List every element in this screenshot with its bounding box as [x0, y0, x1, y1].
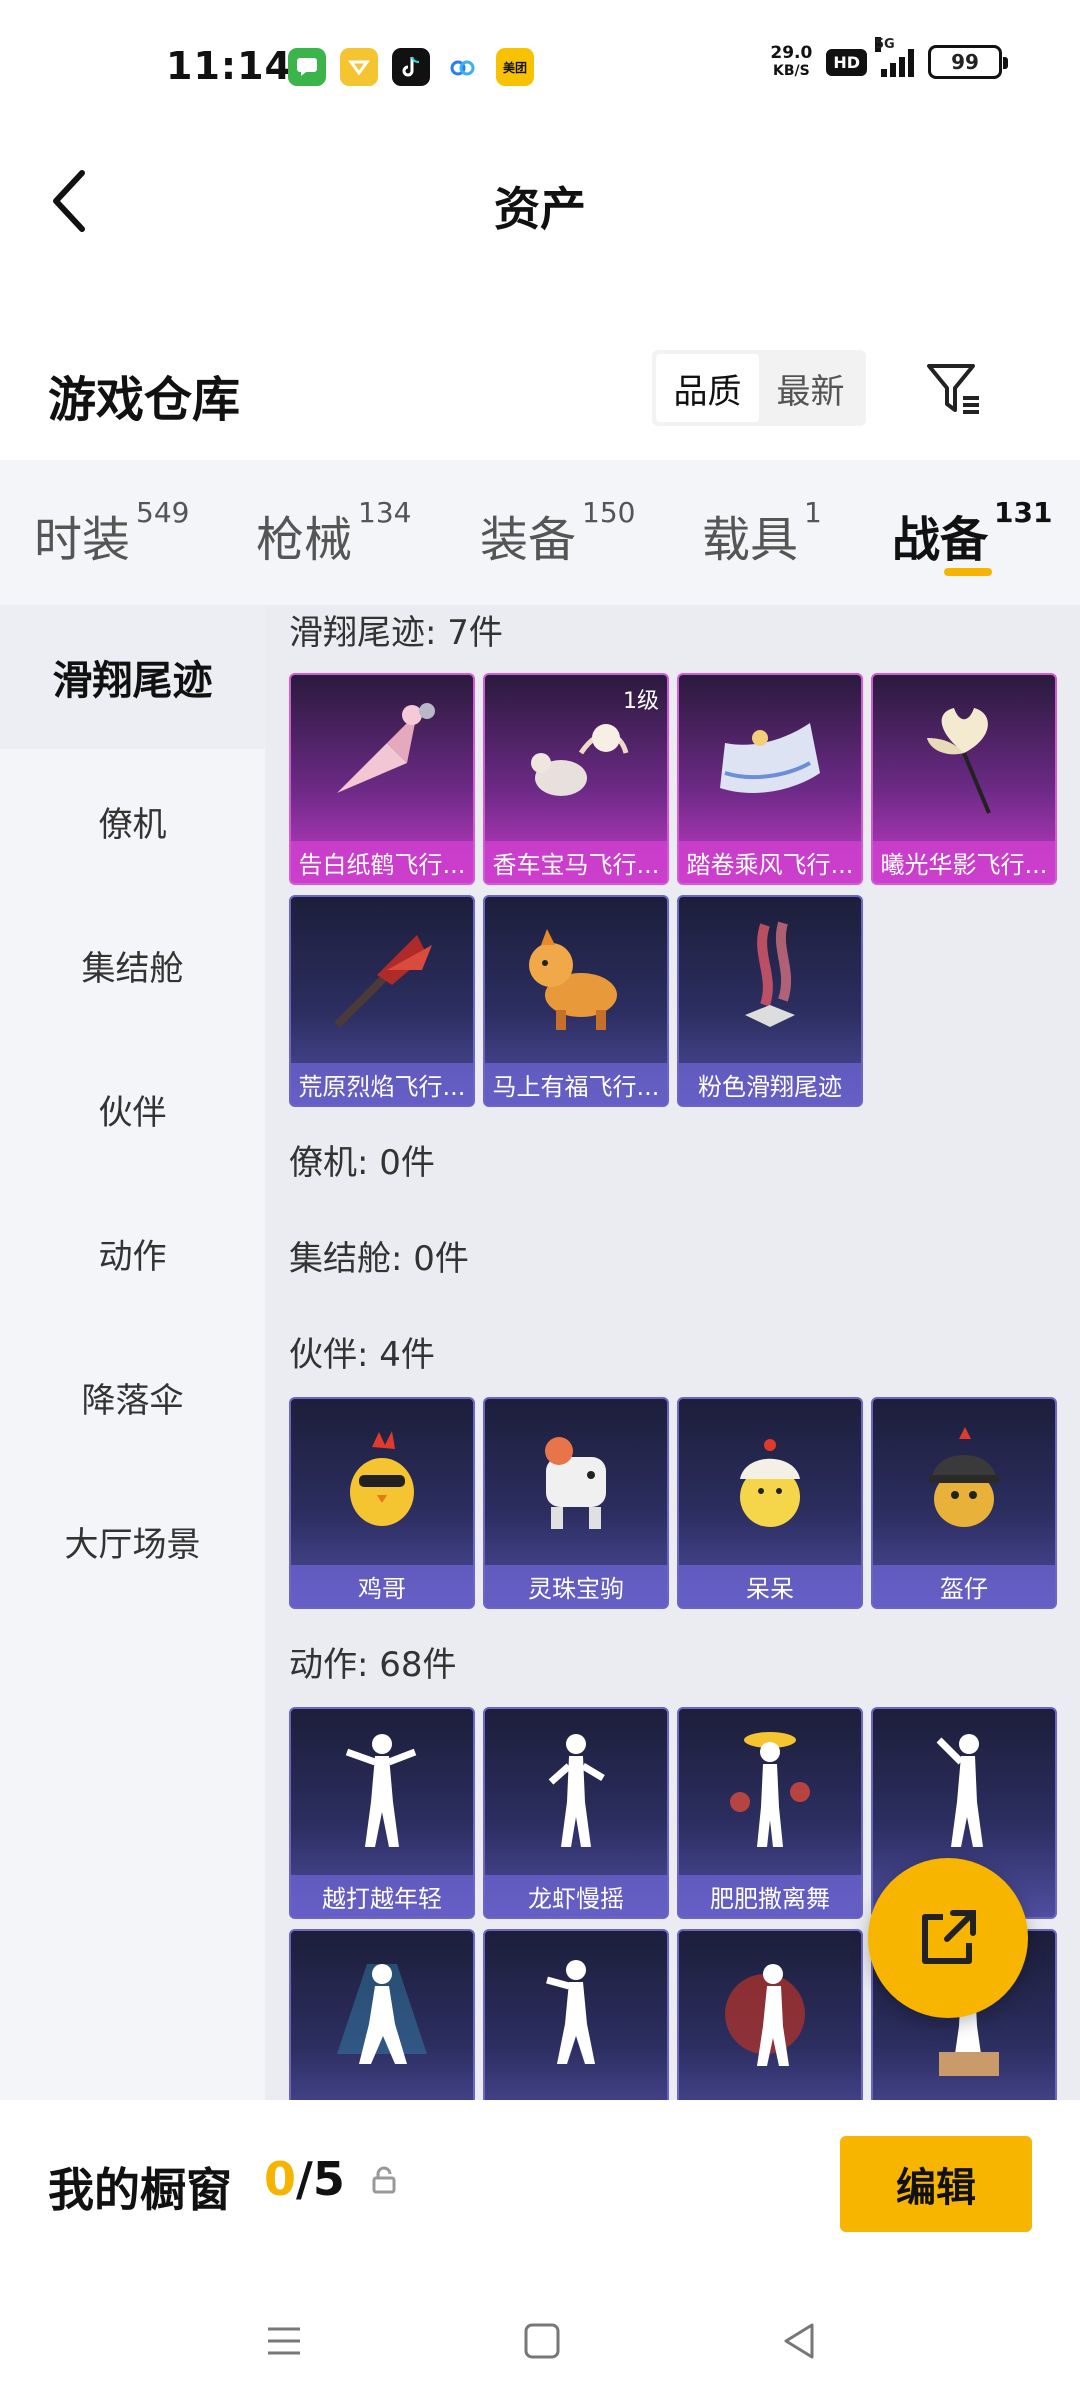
net-speed: 29.0 KB/S: [770, 43, 813, 79]
carriage-horse-icon: [485, 675, 667, 841]
tab-fashion[interactable]: 时装 549: [34, 496, 189, 570]
warehouse-header: 游戏仓库 品质 最新: [0, 330, 1080, 455]
back-triangle-icon: [784, 2323, 814, 2359]
pink-smoke-icon: [679, 897, 861, 1063]
toy-horse-icon: [485, 897, 667, 1063]
showcase-bar: 我的橱窗 0/5 编辑: [0, 2100, 1080, 2275]
item-card[interactable]: 粉色滑翔尾迹: [677, 895, 863, 1107]
glide-trail-section-title: 滑翔尾迹: 7件: [289, 613, 503, 653]
category-sidebar: 滑翔尾迹 僚机 集结舱 伙伴 动作 降落伞 大厅场景: [0, 605, 265, 2100]
item-card[interactable]: 龙虾慢摇: [483, 1707, 669, 1919]
page-title: 资产: [494, 182, 586, 236]
item-card[interactable]: 肥肥撒离舞: [677, 1707, 863, 1919]
cloud-icon: [444, 48, 482, 86]
active-tab-indicator: [944, 568, 992, 576]
menu-icon: [268, 2327, 300, 2355]
tab-equipment[interactable]: 装备 150: [480, 496, 635, 570]
item-card[interactable]: 告白纸鹤飞行...: [289, 673, 475, 885]
item-card[interactable]: [289, 1929, 475, 2100]
sidebar-item-glide-trail[interactable]: 滑翔尾迹: [0, 605, 265, 749]
home-nav-button[interactable]: [512, 2311, 572, 2371]
item-card[interactable]: 1级 香车宝马飞行...: [483, 673, 669, 885]
sort-newest-option[interactable]: 最新: [759, 354, 862, 422]
scroll-icon: [679, 675, 861, 841]
status-bar: 11:14 美团 29.0 KB/S HD 5G 99: [0, 0, 1080, 135]
item-card[interactable]: [677, 1929, 863, 2100]
item-card[interactable]: 荒原烈焰飞行...: [289, 895, 475, 1107]
sidebar-item-assembly-pod[interactable]: 集结舱: [0, 893, 265, 1037]
item-card[interactable]: 盔仔: [871, 1397, 1057, 1609]
dancer-icon: [291, 1931, 473, 2097]
helmet-chick-icon: [873, 1399, 1055, 1565]
sidebar-item-partner[interactable]: 伙伴: [0, 1037, 265, 1181]
dancer-icon: [485, 1931, 667, 2097]
tab-combat-gear[interactable]: 战备 131: [892, 496, 1052, 570]
filter-icon: [927, 364, 979, 414]
status-time: 11:14: [166, 44, 292, 88]
showcase-title: 我的橱窗: [48, 2163, 232, 2217]
assets-page: 11:14 美团 29.0 KB/S HD 5G 99 资产 游戏仓库 品质 最…: [0, 0, 1080, 2400]
sort-quality-option[interactable]: 品质: [656, 354, 759, 422]
emote-section-title: 动作: 68件: [289, 1645, 457, 1685]
hd-badge: HD: [826, 48, 867, 76]
status-indicators: 29.0 KB/S HD 5G 99: [770, 37, 1008, 80]
item-card[interactable]: 曦光华影飞行...: [871, 673, 1057, 885]
tab-vehicles[interactable]: 载具 1: [702, 496, 822, 570]
dancer-icon: [679, 1709, 861, 1875]
sidebar-item-parachute[interactable]: 降落伞: [0, 1325, 265, 1469]
signal-icon: 5G: [875, 37, 914, 77]
item-card[interactable]: 鸡哥: [289, 1397, 475, 1609]
assembly-section-title: 集结舱: 0件: [289, 1239, 469, 1279]
dancer-icon: [679, 1931, 861, 2097]
meituan-icon: 美团: [496, 48, 534, 86]
item-card[interactable]: 马上有福飞行...: [483, 895, 669, 1107]
item-card[interactable]: 越打越年轻: [289, 1707, 475, 1919]
battery-icon: 99: [928, 45, 1008, 79]
wingman-section-title: 僚机: 0件: [289, 1143, 435, 1183]
paper-crane-icon: [291, 675, 473, 841]
wallet-icon: [340, 48, 378, 86]
dancer-icon: [873, 1709, 1055, 1875]
white-pony-icon: [485, 1399, 667, 1565]
warehouse-title: 游戏仓库: [48, 372, 241, 428]
chick-icon: [679, 1399, 861, 1565]
item-card[interactable]: 灵珠宝驹: [483, 1397, 669, 1609]
filter-button[interactable]: [918, 350, 988, 426]
sort-toggle: 品质 最新: [652, 350, 866, 426]
edit-showcase-button[interactable]: 编辑: [840, 2136, 1032, 2232]
rooster-icon: [291, 1399, 473, 1565]
share-icon: [922, 1910, 976, 1964]
lock-icon: [370, 2166, 398, 2198]
sidebar-item-wingman[interactable]: 僚机: [0, 749, 265, 893]
item-card[interactable]: 呆呆: [677, 1397, 863, 1609]
flower-icon: [873, 675, 1055, 841]
app-header: 资产: [0, 135, 1080, 265]
system-nav-bar: [0, 2275, 1080, 2400]
sidebar-item-emote[interactable]: 动作: [0, 1181, 265, 1325]
home-square-icon: [524, 2323, 560, 2359]
showcase-count: 0/5: [264, 2152, 345, 2206]
partner-section-title: 伙伴: 4件: [289, 1335, 435, 1375]
sidebar-item-lobby-scene[interactable]: 大厅场景: [0, 1469, 265, 1613]
dancer-icon: [485, 1709, 667, 1875]
item-card[interactable]: 踏卷乘风飞行...: [677, 673, 863, 885]
share-fab-button[interactable]: [868, 1858, 1028, 2018]
flame-wing-icon: [291, 897, 473, 1063]
tiktok-icon: [392, 48, 430, 86]
category-tabs: 时装 549 枪械 134 装备 150 载具 1 战备 131: [0, 460, 1080, 605]
messages-icon: [288, 48, 326, 86]
status-app-icons: 美团: [288, 48, 534, 86]
dancer-icon: [291, 1709, 473, 1875]
item-card[interactable]: [483, 1929, 669, 2100]
tab-firearms[interactable]: 枪械 134: [256, 496, 411, 570]
back-nav-button[interactable]: [770, 2311, 830, 2371]
menu-nav-button[interactable]: [254, 2311, 314, 2371]
